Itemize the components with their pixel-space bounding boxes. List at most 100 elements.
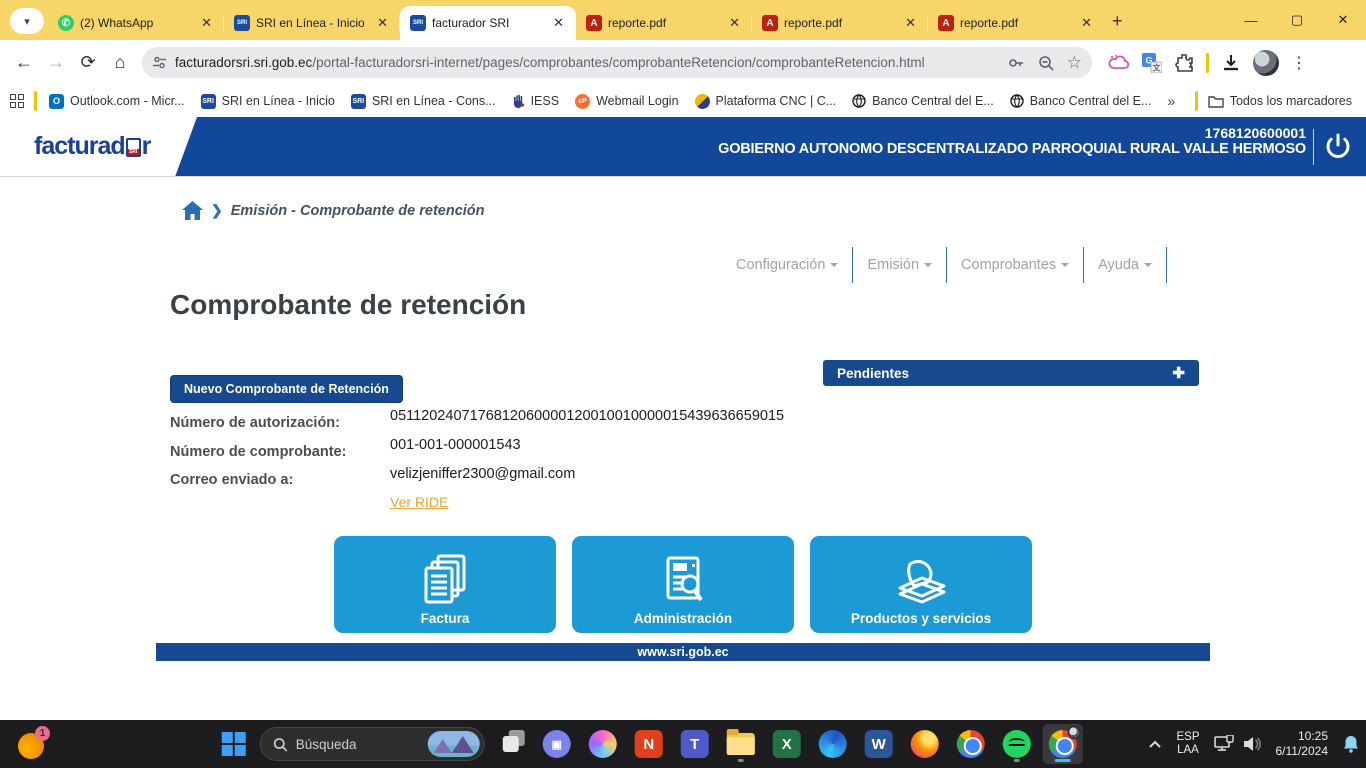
pendientes-label: Pendientes <box>837 366 909 381</box>
tab-reporte-pdf-2[interactable]: A reporte.pdf ✕ <box>752 6 928 40</box>
folder-icon <box>1208 95 1224 108</box>
forward-button[interactable]: → <box>40 47 72 79</box>
sri-icon: SRI <box>351 94 366 109</box>
tile-administracion[interactable]: Administración <box>572 536 794 633</box>
all-bookmarks-button[interactable]: Todos los marcadores <box>1208 94 1352 108</box>
chat-app-button[interactable]: ▣ <box>537 724 577 764</box>
admin-search-document-icon <box>572 550 794 612</box>
sri-document-icon <box>126 138 141 157</box>
tab-search-button[interactable]: ▾ <box>10 8 44 34</box>
file-explorer-button[interactable] <box>721 724 761 764</box>
bookmarks-overflow-chevron[interactable]: » <box>1167 93 1175 109</box>
bookmark-webmail[interactable]: cP Webmail Login <box>575 94 678 109</box>
menu-comprobantes[interactable]: Comprobantes <box>947 247 1084 283</box>
bookmark-star-icon[interactable]: ☆ <box>1067 53 1082 73</box>
tab-facturador-sri-active[interactable]: SRI facturador SRI ✕ <box>400 6 576 40</box>
search-highlight-image[interactable] <box>428 731 480 757</box>
password-key-icon[interactable] <box>1007 54 1025 72</box>
tab-close-icon[interactable]: ✕ <box>727 15 742 31</box>
bookmark-iess[interactable]: IESS <box>512 94 560 109</box>
hand-icon <box>512 94 525 109</box>
taskbar-search[interactable]: Búsqueda <box>260 727 485 761</box>
tab-title: reporte.pdf <box>784 16 897 30</box>
chrome-button[interactable] <box>951 724 991 764</box>
extension-cloud-icon[interactable] <box>1108 54 1130 72</box>
menu-ayuda[interactable]: Ayuda <box>1084 247 1167 283</box>
volume-icon[interactable] <box>1242 735 1262 753</box>
bookmark-bce-2[interactable]: Banco Central del E... <box>1010 94 1152 108</box>
reload-button[interactable]: ⟳ <box>72 47 104 79</box>
task-view-button[interactable] <box>491 724 531 764</box>
maximize-button[interactable]: ▢ <box>1274 12 1320 28</box>
minimize-button[interactable]: — <box>1228 13 1274 28</box>
home-button[interactable]: ⌂ <box>104 47 136 79</box>
widgets-button[interactable]: 1 <box>18 729 48 759</box>
ver-ride-link[interactable]: Ver RIDE <box>390 494 448 510</box>
browser-menu-icon[interactable]: ⋮ <box>1291 53 1307 73</box>
firefox-button[interactable] <box>905 724 945 764</box>
bookmark-outlook[interactable]: O Outlook.com - Micr... <box>49 94 185 109</box>
excel-button[interactable]: X <box>767 724 807 764</box>
zoom-out-icon[interactable] <box>1037 54 1055 72</box>
apps-grid-icon[interactable] <box>10 94 24 108</box>
translate-icon[interactable]: G 文 <box>1142 53 1162 73</box>
new-retention-voucher-button[interactable]: Nuevo Comprobante de Retención <box>170 375 403 403</box>
language-indicator[interactable]: ESP LAA <box>1176 731 1199 757</box>
teams-button[interactable]: T <box>675 724 715 764</box>
expand-plus-icon[interactable]: ✚ <box>1172 364 1185 382</box>
tab-close-icon[interactable]: ✕ <box>1079 15 1094 31</box>
downloads-icon[interactable] <box>1221 53 1241 73</box>
entity-name: GOBIERNO AUTONOMO DESCENTRALIZADO PARROQ… <box>718 141 1306 157</box>
close-window-button[interactable]: ✕ <box>1320 12 1366 28</box>
authorization-number-value: 0511202407176812060000120010010000015439… <box>390 408 784 424</box>
copilot-button[interactable] <box>583 724 623 764</box>
bookmark-bce-1[interactable]: Banco Central del E... <box>852 94 994 108</box>
back-button[interactable]: ← <box>8 47 40 79</box>
network-icon[interactable] <box>1214 735 1234 753</box>
tab-close-icon[interactable]: ✕ <box>199 15 214 31</box>
tab-reporte-pdf-3[interactable]: A reporte.pdf ✕ <box>928 6 1104 40</box>
sri-icon: SRI <box>234 15 250 31</box>
screen: ▾ ✆ (2) WhatsApp ✕ SRI SRI en Línea - In… <box>0 0 1366 768</box>
time: 10:25 <box>1276 729 1329 744</box>
url-text[interactable]: facturadorsri.sri.gob.ec/portal-facturad… <box>175 55 999 70</box>
tab-close-icon[interactable]: ✕ <box>903 15 918 31</box>
tab-whatsapp[interactable]: ✆ (2) WhatsApp ✕ <box>48 6 224 40</box>
tile-productos-servicios[interactable]: Productos y servicios <box>810 536 1032 633</box>
extensions-puzzle-icon[interactable] <box>1174 53 1194 73</box>
tab-sri-inicio[interactable]: SRI SRI en Línea - Inicio ✕ <box>224 6 400 40</box>
edge-button[interactable] <box>813 724 853 764</box>
nitro-pdf-button[interactable]: N <box>629 724 669 764</box>
spotify-button[interactable] <box>997 724 1037 764</box>
hidden-icons-chevron[interactable] <box>1148 739 1162 749</box>
profile-avatar[interactable] <box>1253 50 1279 76</box>
menu-emision[interactable]: Emisión <box>853 247 947 283</box>
site-permissions-icon[interactable] <box>152 55 167 70</box>
pendientes-panel-header[interactable]: Pendientes ✚ <box>823 360 1199 386</box>
tab-close-icon[interactable]: ✕ <box>551 15 566 31</box>
word-button[interactable]: W <box>859 724 899 764</box>
home-icon[interactable] <box>182 201 203 220</box>
tile-factura[interactable]: Factura <box>334 536 556 633</box>
invoice-documents-icon <box>334 550 556 612</box>
profile-badge-icon <box>1068 726 1081 739</box>
clock[interactable]: 10:25 6/11/2024 <box>1276 729 1329 759</box>
bookmark-cnc[interactable]: Plataforma CNC | C... <box>695 94 837 109</box>
bookmark-sri-consultas[interactable]: SRI SRI en Línea - Cons... <box>351 94 496 109</box>
chrome-active-button[interactable] <box>1043 724 1083 764</box>
new-tab-button[interactable]: + <box>1112 11 1123 32</box>
sheets-stack-icon <box>810 550 1032 612</box>
bookmark-sri-inicio[interactable]: SRI SRI en Línea - Inicio <box>201 94 335 109</box>
tab-reporte-pdf-1[interactable]: A reporte.pdf ✕ <box>576 6 752 40</box>
tab-title: reporte.pdf <box>960 16 1073 30</box>
chevron-down-icon <box>924 263 932 267</box>
tab-title: SRI en Línea - Inicio <box>256 16 369 30</box>
bookmark-label: Banco Central del E... <box>1030 94 1152 108</box>
notifications-bell-icon[interactable] <box>1342 735 1360 753</box>
menu-configuracion[interactable]: Configuración <box>722 247 853 283</box>
facturador-logo[interactable]: facturad r <box>34 132 150 161</box>
logout-power-icon[interactable] <box>1322 131 1354 163</box>
tab-close-icon[interactable]: ✕ <box>375 15 390 31</box>
start-button[interactable] <box>214 724 254 764</box>
address-bar[interactable]: facturadorsri.sri.gob.ec/portal-facturad… <box>142 47 1092 78</box>
